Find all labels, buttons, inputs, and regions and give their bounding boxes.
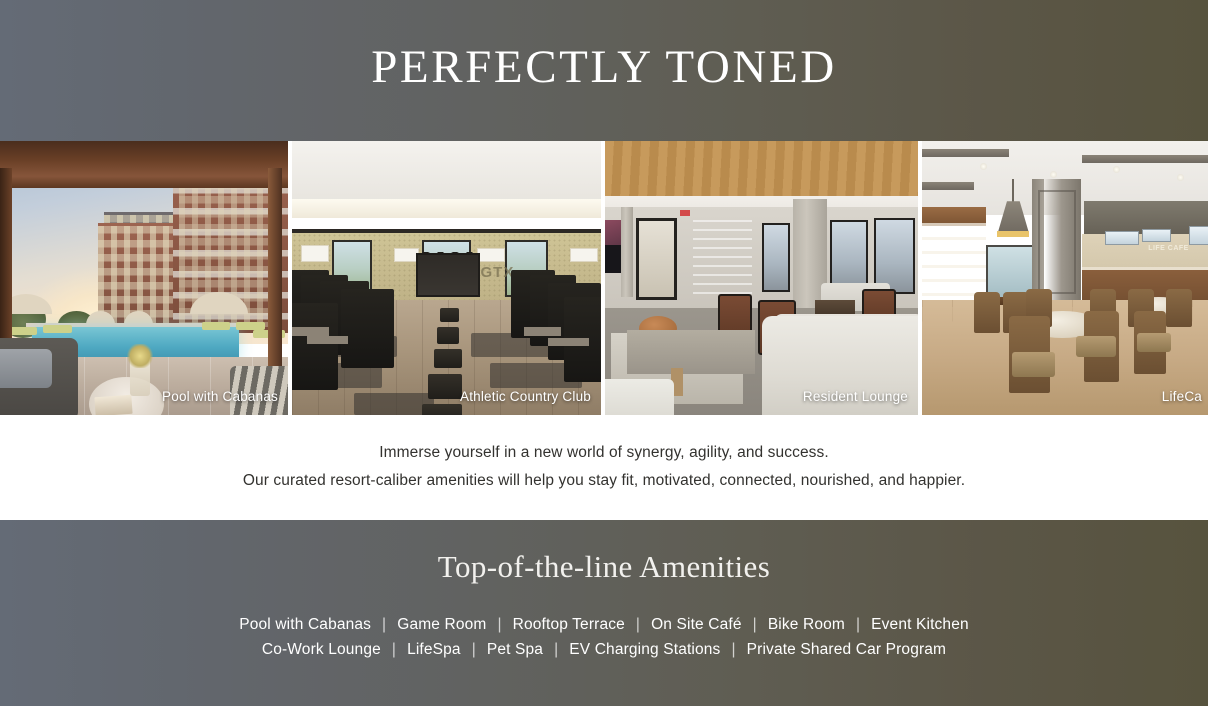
amenity-item[interactable]: Pool with Cabanas — [239, 616, 371, 634]
amenity-separator: | — [635, 616, 641, 633]
amenity-item[interactable]: Private Shared Car Program — [747, 641, 946, 659]
amenity-item[interactable]: Event Kitchen — [871, 616, 969, 634]
amenity-item[interactable]: Co-Work Lounge — [262, 641, 381, 659]
photo-caption: Athletic Country Club — [459, 389, 591, 404]
photo-caption: LifeCa — [1161, 389, 1202, 404]
gallery-photo-gym[interactable]: GTX Athletic Country Club — [292, 141, 601, 415]
amenity-item[interactable]: Bike Room — [768, 616, 845, 634]
athletic-country-club-photo: GTX — [292, 141, 601, 415]
photo-caption: Resident Lounge — [802, 389, 908, 404]
amenity-item[interactable]: Game Room — [397, 616, 486, 634]
photo-caption: Pool with Cabanas — [162, 389, 278, 404]
amenity-separator: | — [855, 616, 861, 633]
amenity-photo-gallery: Pool with Cabanas GTX Athletic Country C… — [0, 141, 1208, 415]
intro-line-2: Our curated resort-caliber amenities wil… — [242, 472, 966, 489]
amenity-item[interactable]: LifeSpa — [407, 641, 461, 659]
gym-wall-sign: GTX — [480, 264, 515, 282]
amenities-row-2: Co-Work Lounge | LifeSpa | Pet Spa | EV Chargi… — [262, 641, 946, 659]
gallery-photo-pool[interactable]: Pool with Cabanas — [0, 141, 288, 415]
amenities-row-1: Pool with Cabanas | Game Room | Rooftop Terr… — [239, 616, 969, 634]
page-title: PERFECTLY TONED — [371, 41, 837, 93]
amenity-separator: | — [471, 641, 476, 658]
amenity-separator: | — [382, 616, 387, 633]
intro-copy: Immerse yourself in a new world of syner… — [0, 415, 1208, 520]
amenity-item[interactable]: EV Charging Stations — [569, 641, 720, 659]
resident-lounge-photo — [605, 141, 918, 415]
amenities-section: Top-of-the-line Amenities Pool with Caba… — [0, 520, 1208, 706]
amenity-separator: | — [752, 616, 757, 633]
cafe-wall-sign: LIFE CAFE — [1148, 245, 1189, 253]
amenity-item[interactable]: Rooftop Terrace — [513, 616, 625, 634]
intro-line-1: Immerse yourself in a new world of syner… — [379, 444, 829, 462]
amenities-marketing-page: PERFECTLY TONED Pool with Cabanas GTX At… — [0, 0, 1208, 706]
gallery-photo-lounge[interactable]: Resident Lounge — [605, 141, 918, 415]
amenity-separator: | — [497, 616, 502, 633]
amenity-separator: | — [731, 641, 736, 658]
lifecafe-photo: LIFE CAFE — [922, 141, 1208, 415]
pool-with-cabanas-photo — [0, 141, 288, 415]
amenity-separator: | — [391, 641, 397, 658]
amenity-item[interactable]: Pet Spa — [487, 641, 543, 659]
amenity-separator: | — [554, 641, 559, 658]
hero-banner: PERFECTLY TONED — [0, 0, 1208, 141]
amenities-heading: Top-of-the-line Amenities — [437, 549, 771, 584]
gallery-photo-cafe[interactable]: LIFE CAFE LifeCa — [922, 141, 1208, 415]
amenity-item[interactable]: On Site Café — [651, 616, 742, 634]
